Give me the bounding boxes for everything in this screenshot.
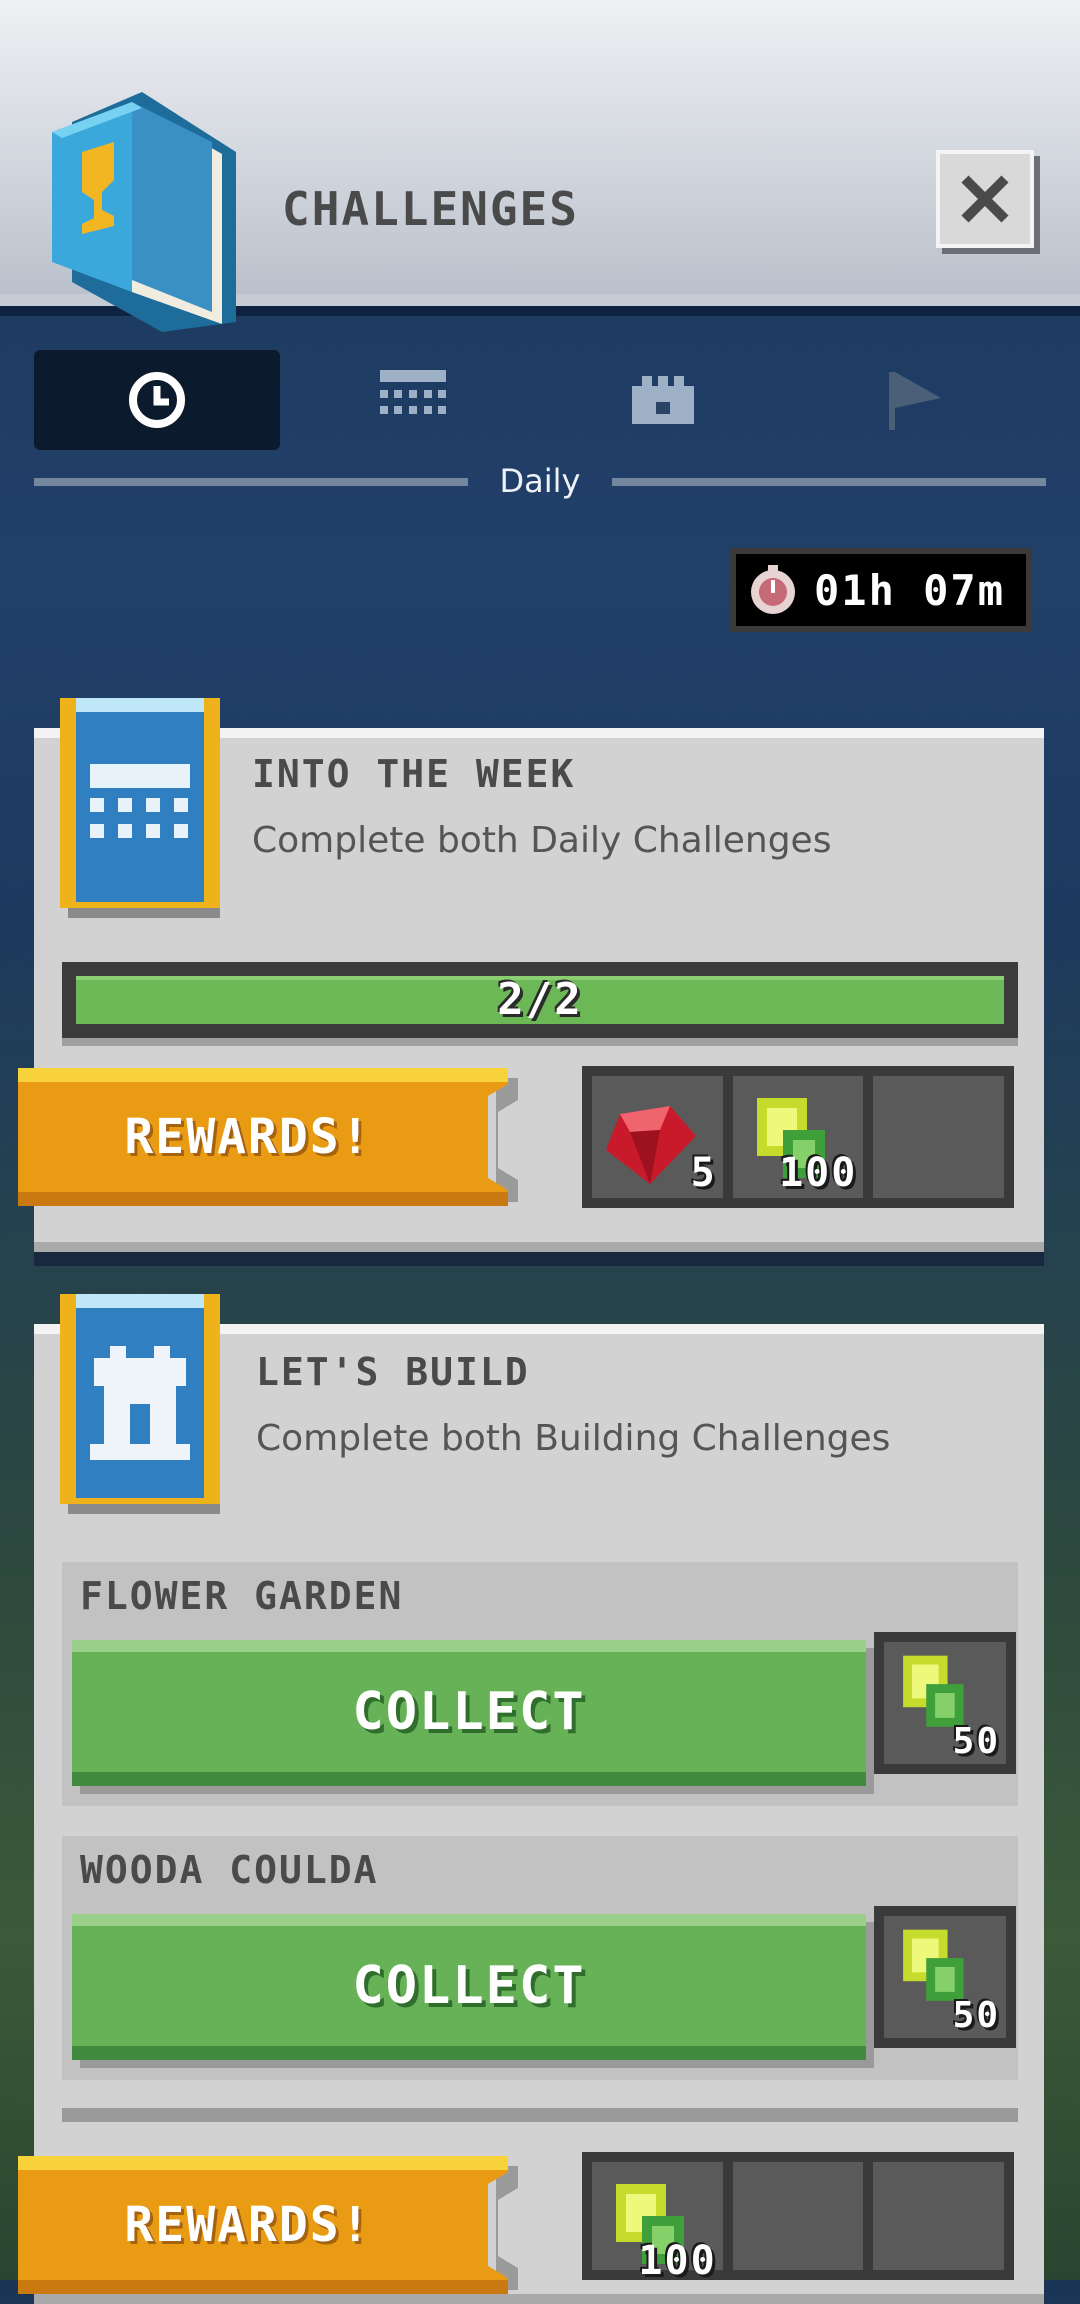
challenge-description: Complete both Daily Challenges [252, 820, 832, 861]
tab-weekly[interactable] [290, 350, 536, 450]
subchallenge-title: FLOWER GARDEN [80, 1574, 404, 1618]
rewards-label: REWARDS! [124, 1109, 372, 1165]
reward-count: 100 [638, 2238, 717, 2284]
close-button[interactable] [936, 150, 1034, 248]
reward-count: 5 [690, 1150, 717, 1196]
progress-label: 2/2 [497, 974, 583, 1025]
castle-icon [632, 376, 694, 424]
tab-divider-right [612, 478, 1046, 486]
reward-slots: 5 100 [582, 1066, 1014, 1208]
timer-text: 01h 07m [814, 565, 1006, 615]
calendar-icon [380, 370, 446, 414]
subchallenge: FLOWER GARDEN COLLECT 50 [62, 1562, 1018, 1806]
tab-divider-left [34, 478, 468, 486]
trophy-book-icon [52, 92, 236, 332]
tab-caption: Daily [499, 462, 581, 500]
stopwatch-icon [751, 565, 795, 614]
rewards-button[interactable]: REWARDS! [18, 1068, 534, 1206]
reward-slot: 100 [592, 2162, 723, 2284]
rewards-button[interactable]: REWARDS! [18, 2156, 534, 2294]
reward-count: 50 [952, 1721, 1000, 1762]
progress-divider [62, 2108, 1018, 2122]
reward-slot-empty [873, 2162, 1005, 2270]
countdown-timer: 01h 07m [730, 548, 1032, 632]
flag-icon [889, 372, 941, 430]
challenge-title: LET'S BUILD [256, 1350, 530, 1394]
page-title: CHALLENGES [282, 182, 579, 236]
close-icon [961, 175, 1009, 223]
clock-icon [129, 372, 185, 428]
reward-slot: 5 [592, 1076, 723, 1198]
collect-button[interactable]: COLLECT [72, 1640, 866, 1786]
reward-slot-empty [873, 1076, 1005, 1198]
challenge-description: Complete both Building Challenges [256, 1418, 891, 1459]
reward-slots: 100 [582, 2152, 1014, 2284]
reward-slot: 50 [874, 1906, 1016, 2048]
reward-count: 50 [952, 1995, 1000, 2036]
challenge-title: INTO THE WEEK [252, 752, 576, 796]
ruby-gem-icon [606, 1106, 696, 1184]
calendar-banner-icon [60, 698, 220, 918]
reward-slot: 50 [874, 1632, 1016, 1774]
reward-count: 100 [779, 1150, 858, 1196]
subchallenge-title: WOODA COULDA [80, 1848, 379, 1892]
subchallenge: WOODA COULDA COLLECT 50 [62, 1836, 1018, 2080]
progress-bar: 2/2 [62, 962, 1018, 1038]
reward-slot: 100 [732, 1076, 864, 1198]
reward-slot-empty [732, 2162, 864, 2270]
rewards-label: REWARDS! [124, 2197, 372, 2253]
collect-button[interactable]: COLLECT [72, 1914, 866, 2060]
tab-build[interactable] [540, 350, 786, 450]
tab-daily[interactable] [34, 350, 280, 450]
castle-banner-icon [60, 1294, 220, 1514]
tab-missions[interactable] [792, 350, 1038, 450]
